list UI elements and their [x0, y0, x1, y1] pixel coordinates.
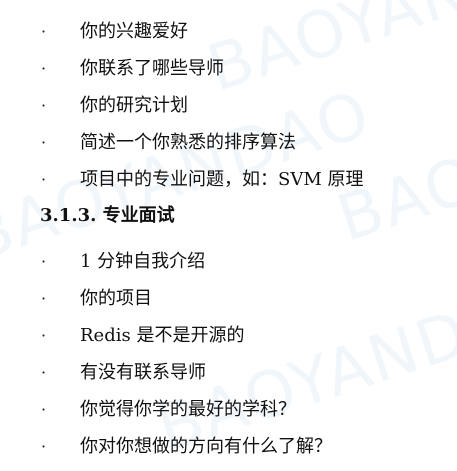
bullet-icon: · — [41, 400, 47, 419]
interview-questions-list: · 1 分钟自我介绍 · 你的项目 · Redis 是不是开源的 · 有没有联系… — [0, 243, 457, 465]
bullet-icon: · — [41, 59, 47, 78]
list-item: · 简述一个你熟悉的排序算法 — [0, 124, 457, 161]
bullet-icon: · — [41, 289, 47, 308]
list-item: · 你联系了哪些导师 — [0, 50, 457, 87]
list-item-text: 你的兴趣爱好 — [80, 21, 188, 42]
bullet-icon: · — [41, 437, 47, 456]
bullet-icon: · — [41, 170, 47, 189]
section-heading: 3.1.3. 专业面试 — [40, 205, 175, 226]
list-item-text: 你对你想做的方向有什么了解？ — [80, 436, 332, 457]
bullet-icon: · — [41, 133, 47, 152]
bullet-icon: · — [41, 326, 47, 345]
list-item-text: 有没有联系导师 — [80, 362, 206, 383]
interest-questions-list: · 你的兴趣爱好 · 你联系了哪些导师 · 你的研究计划 · 简述一个你熟悉的排… — [0, 13, 457, 198]
bullet-icon: · — [41, 22, 47, 41]
list-item-text: 1 分钟自我介绍 — [80, 251, 206, 272]
list-item: · 1 分钟自我介绍 — [0, 243, 457, 280]
list-item: · 项目中的专业问题，如：SVM 原理 — [0, 161, 457, 198]
list-item: · Redis 是不是开源的 — [0, 317, 457, 354]
list-item: · 你觉得你学的最好的学科？ — [0, 391, 457, 428]
list-item-text: Redis 是不是开源的 — [80, 325, 245, 346]
bullet-icon: · — [41, 363, 47, 382]
bullet-icon: · — [41, 96, 47, 115]
list-item-text: 你联系了哪些导师 — [80, 58, 224, 79]
bullet-icon: · — [41, 252, 47, 271]
list-item: · 你的兴趣爱好 — [0, 13, 457, 50]
list-item: · 你的项目 — [0, 280, 457, 317]
document-page: · 你的兴趣爱好 · 你联系了哪些导师 · 你的研究计划 · 简述一个你熟悉的排… — [0, 0, 457, 471]
list-item: · 你的研究计划 — [0, 87, 457, 124]
list-item-text: 你的研究计划 — [80, 95, 188, 116]
list-item-text: 你的项目 — [80, 288, 152, 309]
list-item-text: 你觉得你学的最好的学科？ — [80, 399, 296, 420]
list-item-text: 项目中的专业问题，如：SVM 原理 — [80, 169, 364, 190]
list-item-text: 简述一个你熟悉的排序算法 — [80, 132, 296, 153]
list-item: · 有没有联系导师 — [0, 354, 457, 391]
list-item: · 你对你想做的方向有什么了解？ — [0, 428, 457, 465]
